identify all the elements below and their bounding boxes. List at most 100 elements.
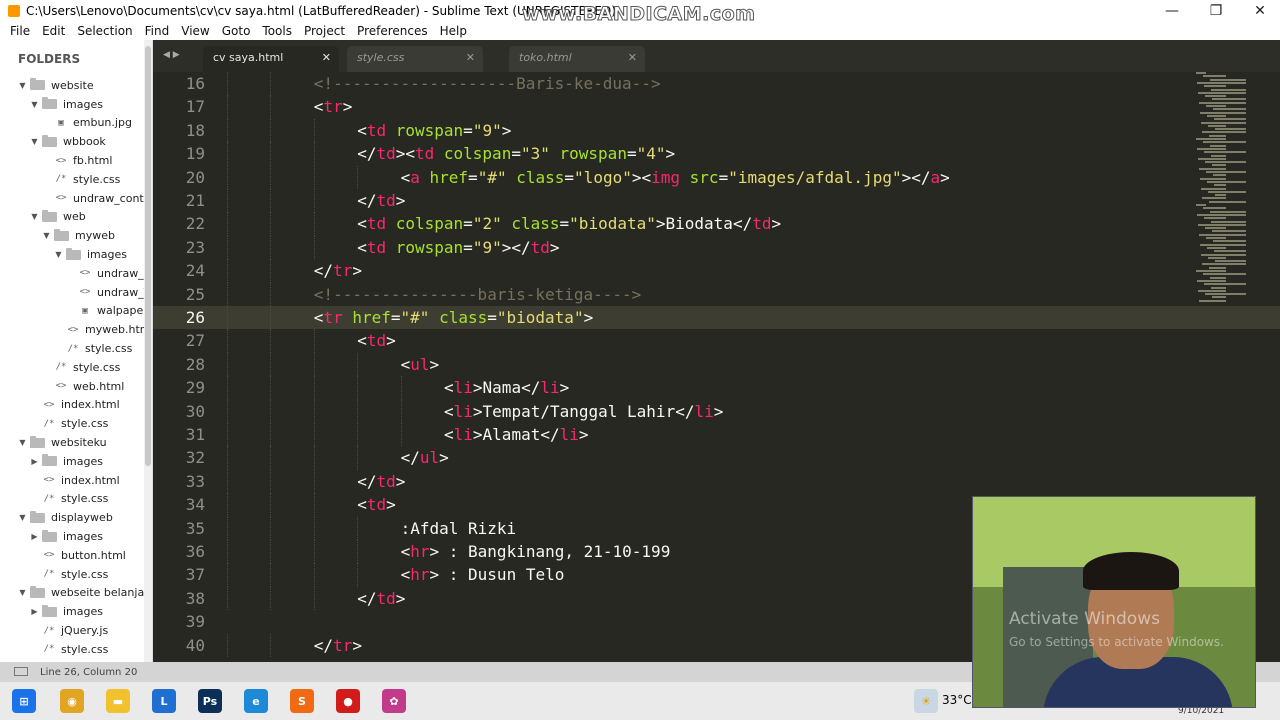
sidebar-folder[interactable]: ▼ images [0,95,152,114]
sidebar-file[interactable]: ▣ walpaper [0,302,152,321]
sidebar-file[interactable]: /* style.css [0,490,152,509]
sidebar-folder[interactable]: ▼ images [0,245,152,264]
chevron-right-icon[interactable]: ▶ [30,607,39,616]
chevron-down-icon[interactable]: ▼ [30,137,39,146]
sidebar-file[interactable]: /* style.css [0,339,152,358]
chevron-down-icon[interactable]: ▼ [18,81,27,90]
chrome-icon[interactable]: ◉ [60,689,84,713]
menu-view[interactable]: View [181,24,209,38]
sublime-text-icon[interactable]: S [290,689,314,713]
sidebar-file[interactable]: <> index.html [0,471,152,490]
chevron-down-icon[interactable]: ▼ [42,231,51,240]
code-line[interactable]: <li>Alamat</li> [444,423,589,446]
code-line[interactable]: </tr> [314,259,362,282]
chevron-down-icon[interactable]: ▼ [30,212,39,221]
code-line[interactable]: </td><td colspan="3" rowspan="4"> [357,142,675,165]
sidebar-folder[interactable]: ▼ myweb [0,226,152,245]
sidebar-folder[interactable]: ▼ web [0,208,152,227]
code-line[interactable]: </td> [357,587,405,610]
sidebar-folder[interactable]: ▶ images [0,452,152,471]
sidebar-folder[interactable]: ▼ wbbook [0,132,152,151]
chevron-down-icon[interactable]: ▼ [18,438,27,447]
chevron-down-icon[interactable]: ▼ [30,100,39,109]
code-line[interactable]: <tr> [314,95,353,118]
code-line[interactable]: <td colspan="2" class="biodata">Biodata<… [357,212,781,235]
tab-close-icon[interactable]: ✕ [322,46,331,70]
chevron-down-icon[interactable]: ▼ [18,588,27,597]
menu-tools[interactable]: Tools [262,24,292,38]
code-line[interactable]: :Afdal Rizki [401,517,517,540]
sidebar-file[interactable]: /* style.css [0,414,152,433]
sidebar-file[interactable]: <> index.html [0,396,152,415]
minimap[interactable] [1188,72,1268,312]
l-app-icon[interactable]: L [152,689,176,713]
weather-temperature[interactable]: 33°C [942,693,972,707]
chevron-down-icon[interactable]: ▼ [54,250,63,259]
code-line[interactable]: <td rowspan="9"></td> [357,236,559,259]
chevron-right-icon[interactable]: ▶ [30,532,39,541]
tab-close-icon[interactable]: ✕ [628,46,637,70]
sidebar-file[interactable]: ▣ embun.jpg [0,114,152,133]
minimize-icon[interactable]: — [1150,0,1194,22]
sidebar-file[interactable]: <> undraw_\ [0,283,152,302]
code-line[interactable]: <hr> : Bangkinang, 21-10-199 [401,540,671,563]
close-icon[interactable]: ✕ [1238,0,1280,22]
code-line[interactable]: <li>Tempat/Tanggal Lahir</li> [444,400,723,423]
code-line[interactable]: <ul> [401,353,440,376]
code-line[interactable]: <td> [357,493,396,516]
sidebar-file[interactable]: /* style.css [0,565,152,584]
sidebar-file[interactable]: <> myweb.htm [0,320,152,339]
sidebar-scrollbar[interactable] [144,40,152,662]
tab-toko-html[interactable]: toko.html ✕ [509,46,645,72]
sidebar-file[interactable]: /* style.css [0,640,152,659]
sidebar-folder[interactable]: ▶ images [0,527,152,546]
windows-start-icon[interactable]: ⊞ [12,689,36,713]
tab-close-icon[interactable]: ✕ [466,46,475,70]
menu-help[interactable]: Help [440,24,467,38]
tab-nav-arrows-icon[interactable]: ◀ ▶ [163,50,180,60]
menu-file[interactable]: File [10,24,30,38]
maximize-icon[interactable]: ❐ [1194,0,1238,22]
sidebar-folder[interactable]: ▼ webseite belanja [0,584,152,603]
menu-find[interactable]: Find [145,24,170,38]
code-line[interactable]: <!---------------baris-ketiga----> [314,283,642,306]
weather-icon[interactable]: ☀ [914,689,938,713]
menu-goto[interactable]: Goto [222,24,251,38]
sidebar-file[interactable]: /* style.css [0,358,152,377]
code-line[interactable]: <td> [357,329,396,352]
menu-edit[interactable]: Edit [42,24,65,38]
menu-preferences[interactable]: Preferences [357,24,428,38]
sidebar-file[interactable]: <> web.html [0,377,152,396]
sidebar-file[interactable]: /* jQuery.js [0,621,152,640]
code-line[interactable]: </td> [357,189,405,212]
code-line[interactable]: <a href="#" class="logo"><img src="image… [401,166,950,189]
chevron-down-icon[interactable]: ▼ [18,513,27,522]
sidebar-file[interactable]: <> button.html [0,546,152,565]
edge-icon[interactable]: e [244,689,268,713]
console-toggle-icon[interactable] [14,667,28,676]
code-line[interactable]: <td rowspan="9"> [357,119,511,142]
code-line[interactable]: <hr> : Dusun Telo [401,563,565,586]
code-line[interactable]: <!-------------------Baris-ke-dua--> [314,72,661,95]
sidebar-file[interactable]: <> undraw_c [0,264,152,283]
code-line[interactable]: </td> [357,470,405,493]
chevron-right-icon[interactable]: ▶ [30,457,39,466]
tab-cv-saya-html[interactable]: cv saya.html ✕ [203,46,339,72]
bandicam-icon[interactable]: ● [336,689,360,713]
sidebar-folder[interactable]: ▼ displayweb [0,508,152,527]
file-explorer-icon[interactable]: ▬ [106,689,130,713]
sidebar-file[interactable]: /* style.css [0,170,152,189]
code-line[interactable]: </ul> [401,446,449,469]
sidebar-file[interactable]: <> undraw_conte [0,189,152,208]
code-line[interactable]: <li>Nama</li> [444,376,569,399]
sidebar-folder[interactable]: ▼ website [0,76,152,95]
sidebar-folder[interactable]: ▼ websiteku [0,433,152,452]
photoshop-icon[interactable]: Ps [198,689,222,713]
sidebar-scroll-thumb[interactable] [145,46,151,466]
tab-style-css[interactable]: style.css ✕ [347,46,483,72]
sidebar-file[interactable]: <> fb.html [0,151,152,170]
code-line[interactable]: <tr href="#" class="biodata"> [314,306,593,329]
menu-project[interactable]: Project [304,24,345,38]
sidebar-folder[interactable]: ▶ images [0,602,152,621]
code-line[interactable]: </tr> [314,634,362,657]
